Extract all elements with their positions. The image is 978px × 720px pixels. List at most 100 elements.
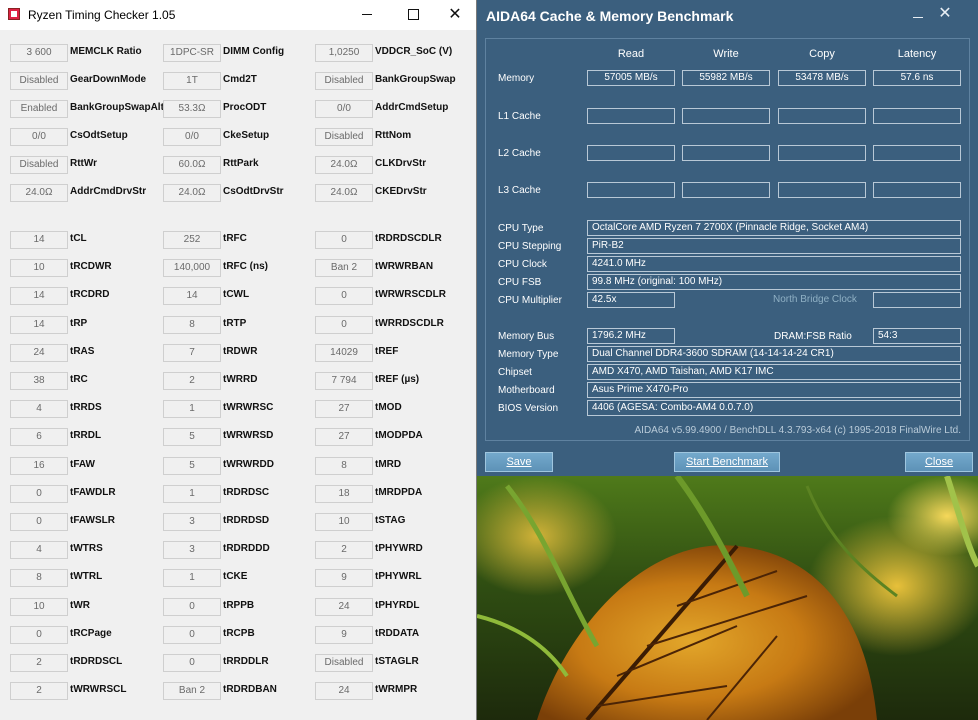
timing-label: RttWr <box>70 158 98 169</box>
close-dialog-label: Close <box>924 456 954 468</box>
timing-label: tCL <box>70 233 87 244</box>
close-button[interactable]: ✕ <box>935 4 955 24</box>
timing-label: tPHYWRD <box>375 543 423 555</box>
info-value-chipset: AMD X470, AMD Taishan, AMD K17 IMC <box>587 364 961 380</box>
timing-value: 8 <box>315 456 373 475</box>
timings-grid: 3 600 MEMCLK Ratio 1DPC-SR DIMM Config 1,025… <box>0 30 476 720</box>
timing-label: tMRD <box>375 458 402 470</box>
timing-label: CLKDrvStr <box>375 158 427 169</box>
timing-value: 24.0Ω <box>10 184 68 202</box>
timing-value: 24.0Ω <box>163 184 221 202</box>
timing-label: tRCPB <box>223 627 255 639</box>
row-label-memory: Memory <box>498 73 535 84</box>
timing-value: Ban 2 <box>163 682 221 701</box>
timing-label: CKEDrvStr <box>375 186 427 197</box>
timing-value: 1,0250 <box>315 44 373 62</box>
timing-value: 6 <box>10 428 68 447</box>
row-label-l1: L1 Cache <box>498 111 541 122</box>
aida64-window: AIDA64 Cache & Memory Benchmark ✕ Read W… <box>477 0 978 476</box>
maximize-button[interactable] <box>390 0 436 30</box>
dram-fsb-value: 54:3 <box>873 328 961 344</box>
timing-value: 38 <box>10 372 68 390</box>
timing-value: 0/0 <box>10 128 68 146</box>
ryzen-timing-checker-window: Ryzen Timing Checker 1.05 ✕ 3 600 MEMCLK … <box>0 0 477 720</box>
timing-label: tRTP <box>223 317 247 329</box>
col-header-write: Write <box>713 48 739 60</box>
timing-label: CsOdtSetup <box>70 130 128 141</box>
row-label-l3: L3 Cache <box>498 185 541 196</box>
maximize-icon <box>407 9 419 21</box>
info-label-chipset: Chipset <box>498 367 532 378</box>
timing-label: tWRRD <box>223 374 258 385</box>
timing-value: 7 794 <box>315 372 373 390</box>
info-label-cpu-type: CPU Type <box>498 223 544 234</box>
close-dialog-button[interactable]: Close <box>905 452 973 472</box>
info-label-cpu-multiplier: CPU Multiplier <box>498 295 562 306</box>
timing-label: tRDRDBAN <box>223 684 277 696</box>
timing-label: CkeSetup <box>223 130 270 141</box>
memory-write: 55982 MB/s <box>682 70 770 86</box>
close-icon: ✕ <box>448 6 462 23</box>
timing-label: ProcODT <box>223 102 267 113</box>
rtc-titlebar[interactable]: Ryzen Timing Checker 1.05 ✕ <box>0 0 476 30</box>
timing-value: 0 <box>163 625 221 644</box>
timing-label: tWRRDSCDLR <box>375 317 444 329</box>
dram-fsb-label: DRAM:FSB Ratio <box>774 331 852 342</box>
timing-label: tRDWR <box>223 345 258 357</box>
timing-value: 2 <box>10 654 68 672</box>
timing-value: 1 <box>163 484 221 503</box>
l3-write <box>682 182 770 198</box>
timing-value: 14 <box>10 231 68 249</box>
save-button[interactable]: Save <box>485 452 553 472</box>
timing-value: 0/0 <box>315 100 373 118</box>
timing-label: tPHYWRL <box>375 571 422 583</box>
info-label-memory-type: Memory Type <box>498 349 559 360</box>
col-header-latency: Latency <box>897 48 937 60</box>
timing-label: tWRWRDD <box>223 458 274 470</box>
memory-latency: 57.6 ns <box>873 70 961 86</box>
start-benchmark-button[interactable]: Start Benchmark <box>674 452 780 472</box>
timing-value: 10 <box>10 259 68 278</box>
timing-value: 3 <box>163 541 221 560</box>
info-value-cpu-fsb: 99.8 MHz (original: 100 MHz) <box>587 274 961 290</box>
north-bridge-clock-label: North Bridge Clock <box>773 294 857 305</box>
timing-value: 0 <box>163 654 221 672</box>
info-label-cpu-clock: CPU Clock <box>498 259 547 270</box>
timing-label: tWRWRSD <box>223 430 274 442</box>
timing-value: 8 <box>163 315 221 334</box>
timing-value: 3 <box>163 513 221 531</box>
close-button[interactable]: ✕ <box>432 0 478 30</box>
timing-value: 0 <box>163 597 221 616</box>
l1-copy <box>778 108 866 124</box>
timing-value: 10 <box>10 597 68 616</box>
info-value-cpu-stepping: PiR-B2 <box>587 238 961 254</box>
l2-read <box>587 145 675 161</box>
timing-value: 14 <box>163 287 221 306</box>
save-button-label: Save <box>506 456 532 468</box>
timing-value: 4 <box>10 400 68 419</box>
timing-label: tMOD <box>375 402 402 414</box>
timing-label: tSTAGLR <box>375 656 419 667</box>
timing-label: tRDRDSCDLR <box>375 233 442 244</box>
timing-value: 2 <box>10 682 68 701</box>
timing-label: tRRDS <box>70 402 102 414</box>
window-title: AIDA64 Cache & Memory Benchmark <box>486 8 734 24</box>
timing-label: tFAWDLR <box>70 486 116 498</box>
minimize-button[interactable] <box>909 6 929 26</box>
timing-label: tRRDL <box>70 430 102 442</box>
l1-read <box>587 108 675 124</box>
timing-value: 9 <box>315 625 373 644</box>
timing-value: 7 <box>163 343 221 362</box>
minimize-button[interactable] <box>344 0 390 30</box>
timing-label: tSTAG <box>375 515 406 526</box>
timing-label: tRCPage <box>70 627 112 639</box>
timing-value: 53.3Ω <box>163 100 221 118</box>
timing-label: tWRWRSCL <box>70 684 127 696</box>
timing-value: 16 <box>10 456 68 475</box>
info-value-cpu-type: OctalCore AMD Ryzen 7 2700X (Pinnacle Ri… <box>587 220 961 236</box>
timing-value: 5 <box>163 428 221 447</box>
north-bridge-clock-value <box>873 292 961 308</box>
timing-value: 252 <box>163 231 221 249</box>
timing-value: 0 <box>10 513 68 531</box>
timing-label: tWTRL <box>70 571 103 583</box>
